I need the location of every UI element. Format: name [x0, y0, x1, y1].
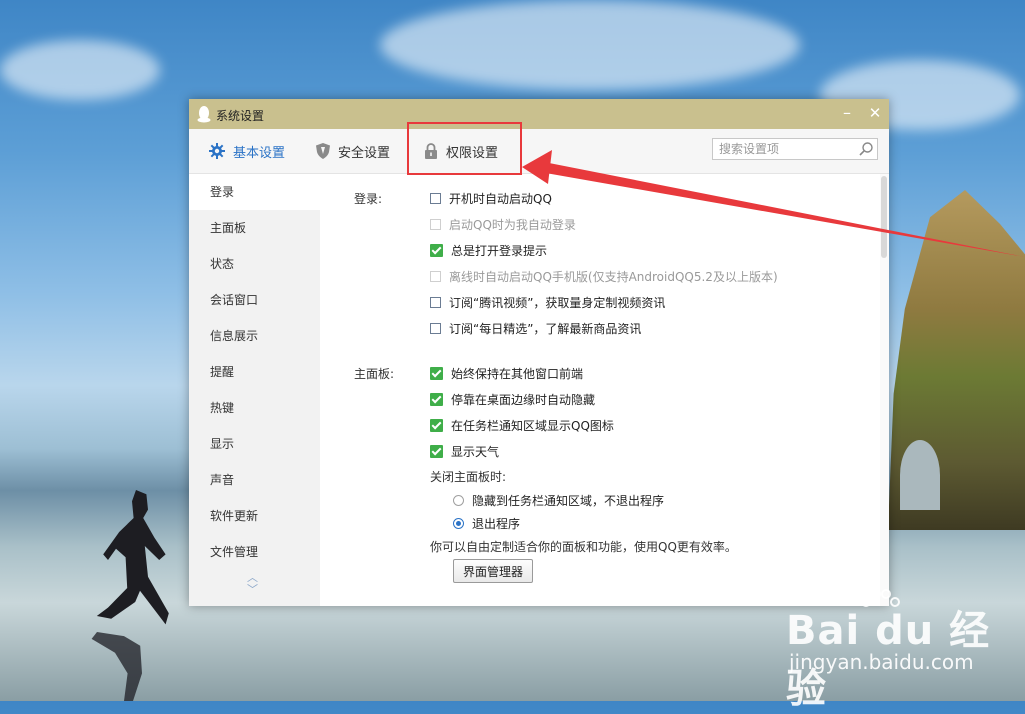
baidu-jingyan-watermark: Bai du 经验 jingyan.baidu.com: [786, 588, 1016, 712]
watermark-url: jingyan.baidu.com: [789, 650, 974, 674]
